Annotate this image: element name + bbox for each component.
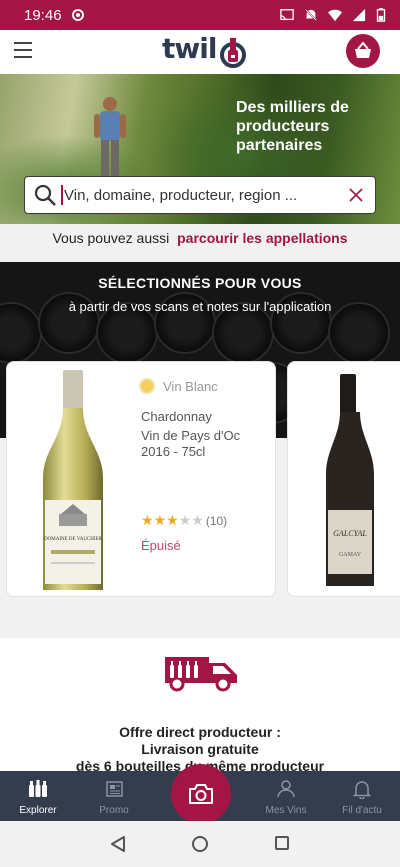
bottle2-label-sub: GAMAY xyxy=(339,552,362,558)
camera-icon xyxy=(189,784,213,804)
star-icon: ★ xyxy=(153,512,167,528)
logo-text: twil xyxy=(162,32,217,65)
nav-explorer[interactable]: Explorer xyxy=(0,771,76,821)
delivery-line2: Livraison gratuite xyxy=(141,741,259,757)
rating-stars: ★ ★ ★ ★ ★ (10) xyxy=(141,512,227,529)
basket-icon xyxy=(355,41,371,58)
app-header: twil xyxy=(0,30,400,74)
user-icon xyxy=(277,780,295,798)
wine-card[interactable]: GALCYAL GAMAY xyxy=(287,361,400,597)
white-wine-bottle-image: DOMAINE DE VAUCHIER xyxy=(43,370,103,590)
signal-icon xyxy=(352,8,366,22)
mute-icon xyxy=(305,9,317,21)
twil-logo: twil xyxy=(158,32,248,70)
text-caret xyxy=(61,185,63,205)
bell-icon xyxy=(352,781,372,800)
newspaper-icon xyxy=(106,781,123,797)
star-icon: ★ xyxy=(166,512,179,528)
wine-vintage: 2016 - 75cl xyxy=(141,444,206,459)
clear-icon[interactable] xyxy=(349,188,363,202)
stock-status: Épuisé xyxy=(141,538,181,553)
browse-prefix: Vous pouvez aussi xyxy=(52,230,170,246)
bottles-icon xyxy=(29,780,47,797)
delivery-offer: Offre direct producteur : Livraison grat… xyxy=(0,638,400,778)
star-empty-icon: ★ xyxy=(191,512,204,528)
search-placeholder: Vin, domaine, producteur, region ... xyxy=(64,186,298,204)
search-icon xyxy=(34,184,56,206)
selection-title: SÉLECTIONNÉS POUR VOUS xyxy=(98,275,302,291)
browse-appellations: Vous pouvez aussi parcourir les appellat… xyxy=(0,230,400,246)
nav-mes-vins[interactable]: Mes Vins xyxy=(248,771,324,821)
search-input[interactable]: Vin, domaine, producteur, region ... xyxy=(24,176,376,214)
cast-icon xyxy=(280,9,294,21)
nav-mes-vins-label: Mes Vins xyxy=(265,805,307,816)
system-navigation xyxy=(0,821,400,867)
recents-icon[interactable] xyxy=(274,835,290,851)
nav-promo-label: Promo xyxy=(99,805,129,816)
bottle2-label-text: GALCYAL xyxy=(333,529,367,538)
status-time: 19:46 xyxy=(24,6,62,24)
wifi-icon xyxy=(328,9,342,22)
back-icon[interactable] xyxy=(110,835,126,853)
basket-button[interactable] xyxy=(346,34,380,68)
nav-explorer-label: Explorer xyxy=(19,805,57,816)
wine-type: Vin Blanc xyxy=(139,378,218,394)
wine-type-label: Vin Blanc xyxy=(163,378,218,394)
wine-appellation: Vin de Pays d'Oc xyxy=(141,428,241,443)
selection-subtitle: à partir de vos scans et notes sur l'app… xyxy=(68,299,332,314)
wine-region: Vin de Pays d'Oc 2016 - 75cl xyxy=(141,428,271,460)
white-wine-icon xyxy=(139,378,155,394)
star-empty-icon: ★ xyxy=(178,512,192,528)
nav-fil-actu-label: Fil d'actu xyxy=(342,805,382,816)
nav-fil-actu[interactable]: Fil d'actu xyxy=(324,771,400,821)
logo-bottle-icon xyxy=(220,38,246,68)
star-icon: ★ xyxy=(141,512,154,528)
delivery-line1: Offre direct producteur : xyxy=(119,724,281,740)
red-wine-bottle-image: GALCYAL GAMAY xyxy=(326,374,374,586)
battery-icon xyxy=(376,8,386,22)
record-icon xyxy=(71,9,84,21)
rating-count: (10) xyxy=(205,513,228,528)
scan-camera-button[interactable] xyxy=(171,764,231,824)
nav-promo[interactable]: Promo xyxy=(76,771,152,821)
wine-grape: Chardonnay xyxy=(141,409,212,424)
delivery-truck-icon xyxy=(165,657,237,692)
appellations-link[interactable]: parcourir les appellations xyxy=(177,230,347,246)
status-bar: 19:46 xyxy=(0,0,400,30)
home-icon[interactable] xyxy=(191,835,209,853)
hero-title: Des milliers de producteurs partenaires xyxy=(236,99,349,154)
menu-icon[interactable] xyxy=(14,42,32,60)
bottle1-label-text: DOMAINE DE VAUCHIER xyxy=(44,537,103,542)
wine-card[interactable]: DOMAINE DE VAUCHIER Vin Blanc Chardonnay… xyxy=(6,361,276,597)
